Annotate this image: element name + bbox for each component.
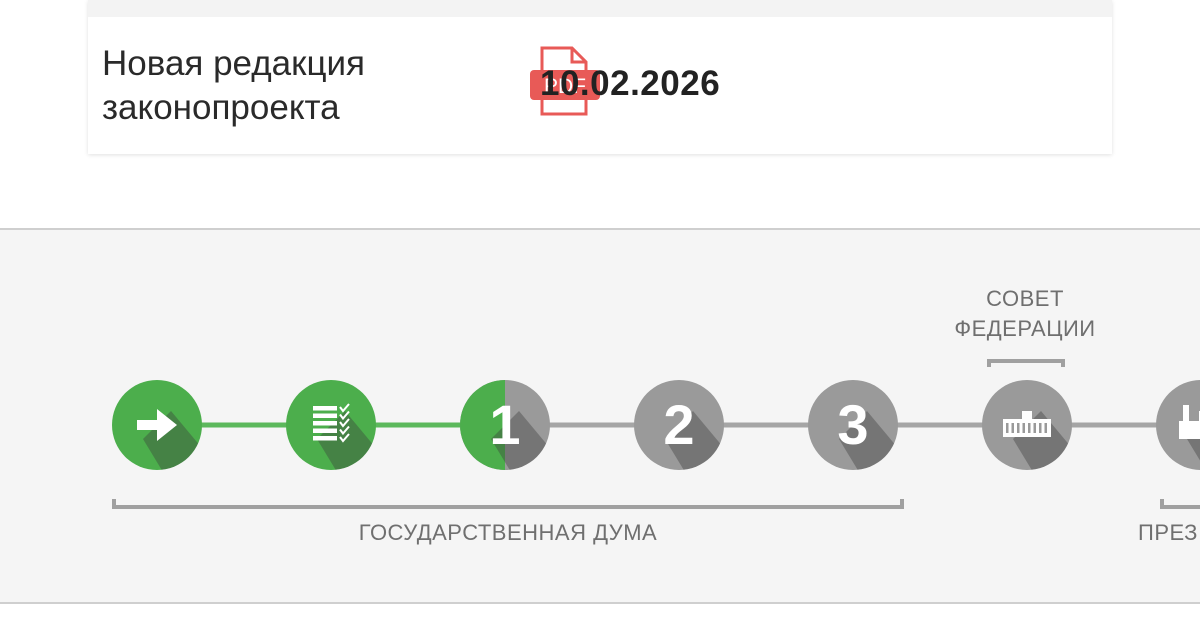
step-federation-council[interactable] <box>982 380 1112 510</box>
step-number: 1 <box>489 393 520 456</box>
step-number: 3 <box>837 393 868 456</box>
step-reading-3[interactable]: 3 <box>808 380 938 510</box>
step-reading-2[interactable]: 2 <box>634 380 764 510</box>
step-number: 2 <box>663 393 694 456</box>
step-reading-1[interactable]: 1 <box>460 380 590 510</box>
bracket-end-left <box>1160 499 1164 509</box>
step-president[interactable] <box>1156 380 1200 510</box>
bracket-end-right <box>900 499 904 509</box>
step-submitted[interactable] <box>112 380 242 510</box>
document-card: Новая редакция законопроекта PDF 10.02.2… <box>88 0 1112 154</box>
document-date: 10.02.2026 <box>540 64 721 103</box>
card-top-strip <box>88 0 1112 17</box>
state-duma-bracket <box>112 505 904 509</box>
state-duma-label: ГОСУДАРСТВЕННАЯ ДУМА <box>358 520 658 545</box>
step-number: 2 <box>663 393 694 456</box>
bracket-end-left <box>112 499 116 509</box>
bill-progress-tracker: 1 2 3 СОВЕТ ФЕДЕРАЦИИ ГОСУДАРСТВЕННАЯ ДУМА… <box>0 228 1200 604</box>
step-preliminary[interactable] <box>286 380 416 510</box>
bracket-end-right <box>1061 359 1065 367</box>
federation-council-label: СОВЕТ ФЕДЕРАЦИИ <box>950 284 1100 344</box>
federation-council-label-line2: ФЕДЕРАЦИИ <box>954 316 1096 341</box>
federation-council-label-line1: СОВЕТ <box>986 286 1064 311</box>
document-title: Новая редакция законопроекта <box>102 44 365 127</box>
step-number: 3 <box>837 393 868 456</box>
step-number: 1 <box>489 393 520 456</box>
bracket-end-left <box>987 359 991 367</box>
federation-council-bracket <box>987 359 1065 363</box>
president-bracket <box>1160 505 1200 509</box>
president-label: ПРЕЗ <box>1138 520 1198 545</box>
